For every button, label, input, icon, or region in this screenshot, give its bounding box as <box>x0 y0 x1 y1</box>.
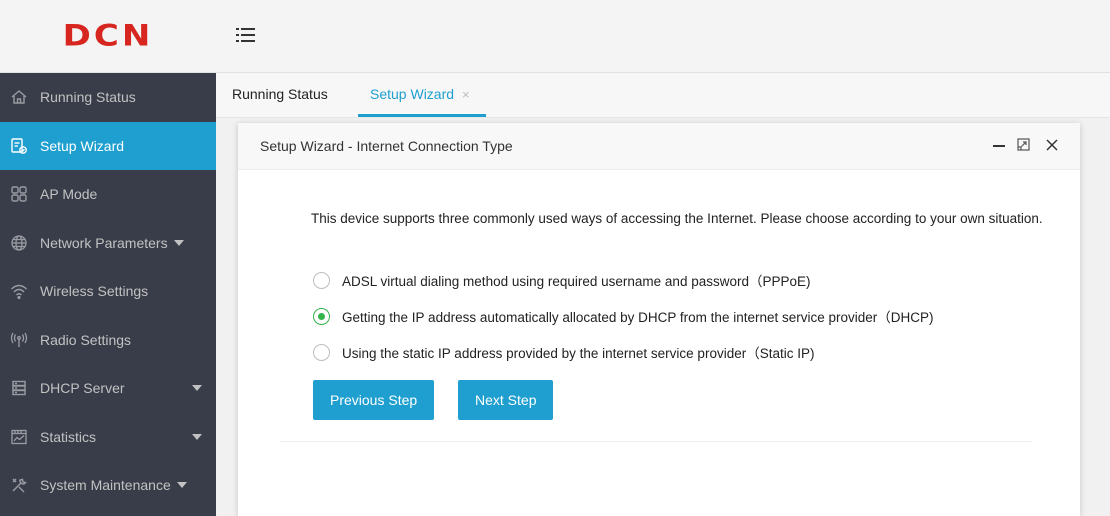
caret-down-icon <box>173 239 184 246</box>
sidebar-item-running-status[interactable]: Running Status <box>0 73 216 122</box>
tools-icon <box>10 476 28 494</box>
sidebar-item-label: Radio Settings <box>40 331 132 348</box>
server-icon <box>10 379 28 397</box>
home-icon <box>10 88 28 106</box>
tab-setup-wizard[interactable]: Setup Wizard × <box>358 73 486 117</box>
wifi-icon <box>10 282 28 300</box>
sidebar-item-radio-settings[interactable]: Radio Settings <box>0 316 216 365</box>
tab-bar: Running Status Setup Wizard × <box>216 73 1110 118</box>
sidebar-item-statistics[interactable]: Statistics <box>0 413 216 462</box>
option-static-ip[interactable]: Using the static IP address provided by … <box>313 341 814 363</box>
grid-icon <box>10 185 28 203</box>
setup-wizard-dialog: Setup Wizard - Internet Connection Type … <box>238 123 1080 516</box>
option-dhcp[interactable]: Getting the IP address automatically all… <box>313 305 934 327</box>
tab-running-status[interactable]: Running Status <box>232 73 328 117</box>
dcn-logo: DCN <box>0 0 216 72</box>
sidebar-item-label: Network Parameters <box>40 234 168 251</box>
sidebar-item-label: Wireless Settings <box>40 283 149 300</box>
option-label: Using the static IP address provided by … <box>342 346 815 361</box>
close-icon[interactable] <box>1042 135 1062 155</box>
sidebar-item-label: System Maintenance <box>40 477 171 494</box>
wizard-icon <box>10 137 28 155</box>
sidebar-item-label: Setup Wizard <box>40 137 125 154</box>
sidebar-item-label: AP Mode <box>40 186 98 203</box>
dialog-body: This device supports three commonly used… <box>238 170 1080 232</box>
sidebar-item-network-parameters[interactable]: Network Parameters <box>0 219 216 268</box>
radio-static-ip[interactable] <box>313 343 330 361</box>
radio-pppoe[interactable] <box>313 271 330 289</box>
logo-text: DCN <box>62 19 154 53</box>
maximize-icon[interactable] <box>1014 135 1034 155</box>
minimize-icon[interactable] <box>990 135 1010 155</box>
sidebar-item-dhcp-server[interactable]: DHCP Server <box>0 364 216 413</box>
radio-dhcp[interactable] <box>313 307 330 325</box>
previous-step-button[interactable]: Previous Step <box>313 380 435 420</box>
sidebar-item-label: Statistics <box>40 428 97 445</box>
dialog-header: Setup Wizard - Internet Connection Type <box>238 123 1080 170</box>
option-pppoe[interactable]: ADSL virtual dialing method using requir… <box>313 269 811 291</box>
radio-icon <box>10 331 28 349</box>
tab-label: Setup Wizard <box>370 86 455 102</box>
globe-icon <box>10 234 28 252</box>
caret-down-icon <box>176 482 187 489</box>
top-bar: DCN <box>0 0 1110 73</box>
sidebar-item-setup-wizard[interactable]: Setup Wizard <box>0 121 216 170</box>
option-label: ADSL virtual dialing method using requir… <box>342 274 811 289</box>
sidebar-item-ap-mode[interactable]: AP Mode <box>0 170 216 219</box>
dialog-title: Setup Wizard - Internet Connection Type <box>260 138 513 154</box>
caret-down-icon <box>192 385 202 391</box>
caret-down-icon <box>192 433 202 440</box>
menu-icon[interactable] <box>236 28 256 44</box>
divider <box>280 441 1032 442</box>
sidebar: Running Status Setup Wizard AP Mode Netw… <box>0 73 216 516</box>
sidebar-item-system-maintenance[interactable]: System Maintenance <box>0 461 216 510</box>
sidebar-item-wireless-settings[interactable]: Wireless Settings <box>0 267 216 316</box>
close-icon[interactable]: × <box>462 87 470 102</box>
sidebar-item-label: DHCP Server <box>40 380 125 397</box>
intro-text: This device supports three commonly used… <box>311 211 1043 226</box>
chart-icon <box>10 428 28 446</box>
sidebar-item-label: Running Status <box>40 89 136 106</box>
tab-label: Running Status <box>232 86 328 102</box>
option-label: Getting the IP address automatically all… <box>342 310 934 325</box>
next-step-button[interactable]: Next Step <box>458 380 554 420</box>
